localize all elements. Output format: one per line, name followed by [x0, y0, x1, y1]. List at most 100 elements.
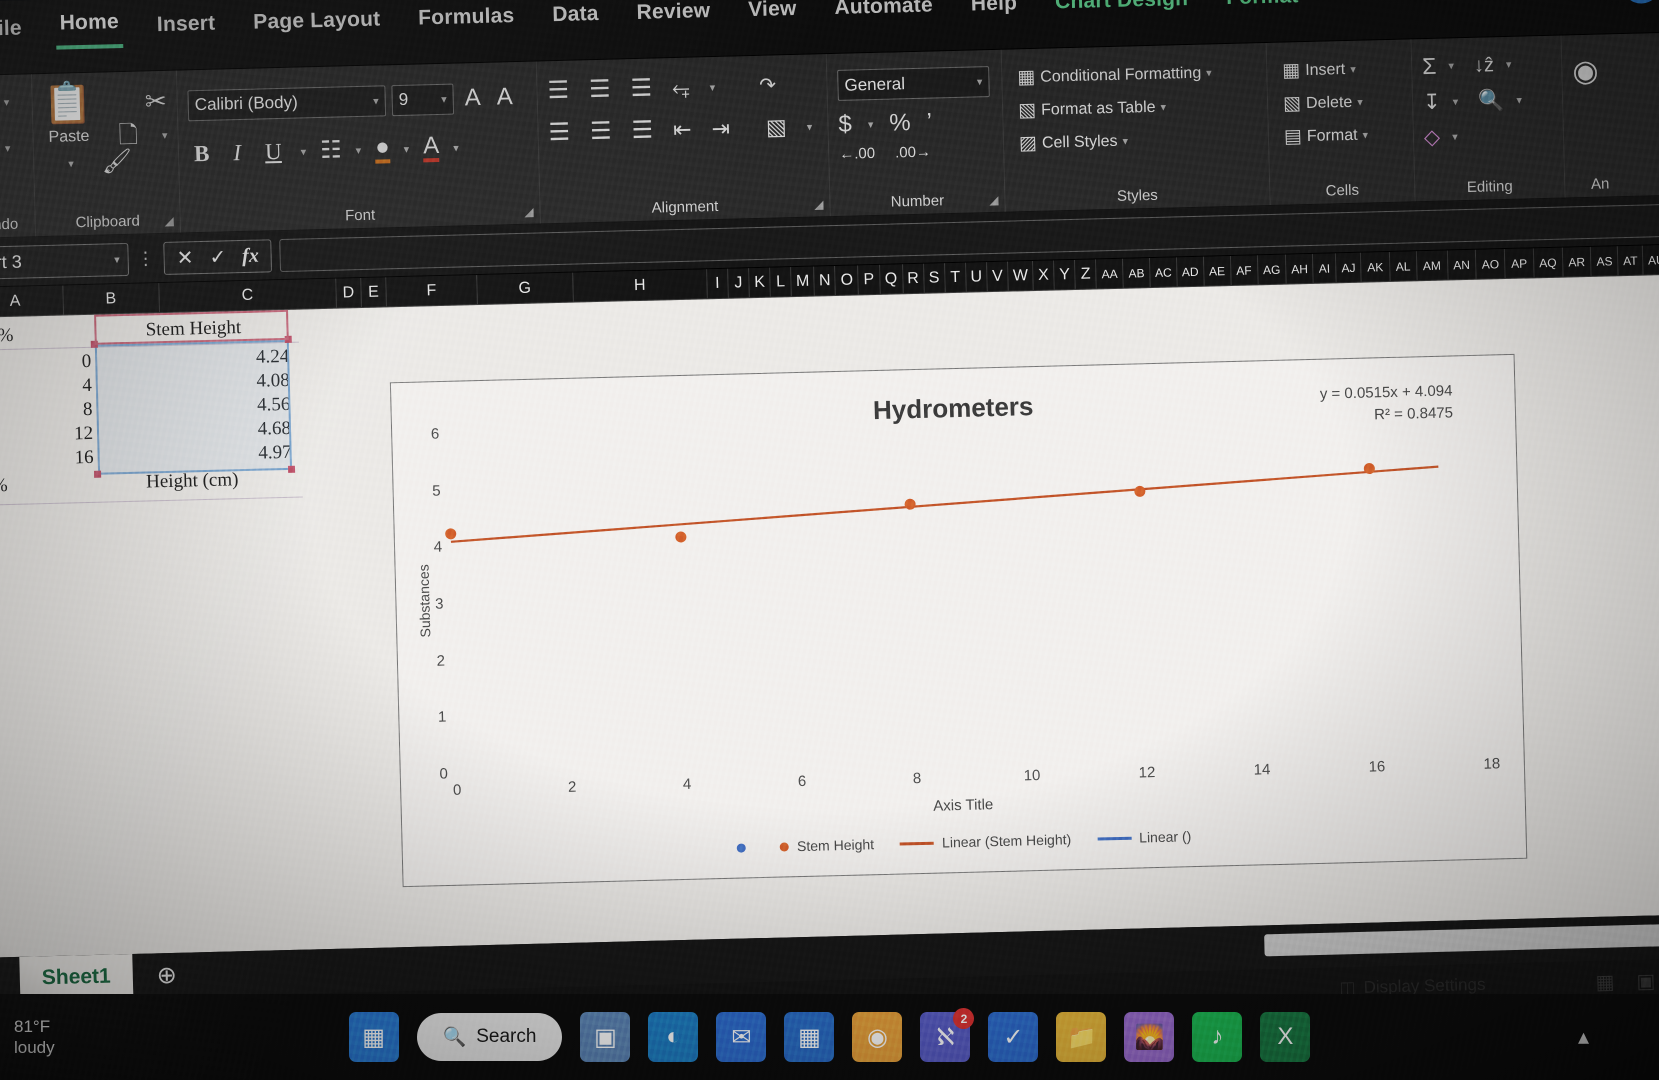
align-middle-icon[interactable]: ☰	[589, 76, 611, 104]
paste-dropdown-icon[interactable]: ▾	[68, 157, 74, 170]
tab-formulas[interactable]: Formulas	[414, 0, 519, 41]
align-center-icon[interactable]: ☰	[590, 118, 612, 146]
cell-a2[interactable]: 0	[0, 351, 92, 376]
column-header-ae[interactable]: AE	[1203, 255, 1232, 286]
file-explorer-icon[interactable]: 📁	[1056, 1012, 1107, 1062]
excel-icon[interactable]: X	[1260, 1012, 1311, 1062]
column-header-h[interactable]: H	[572, 269, 708, 302]
autosum-icon[interactable]: Σ	[1422, 53, 1437, 79]
column-header-ap[interactable]: AP	[1504, 248, 1535, 279]
column-header-r[interactable]: R	[902, 263, 925, 294]
fill-color-dropdown-icon[interactable]: ▾	[404, 142, 410, 155]
selection-handle[interactable]	[94, 470, 102, 478]
cell-a3[interactable]: 4	[0, 375, 92, 400]
column-header-aj[interactable]: AJ	[1336, 252, 1362, 283]
cell-a1[interactable]: gar %	[0, 325, 14, 348]
column-header-p[interactable]: P	[858, 264, 881, 295]
fill-dropdown-icon[interactable]: ▾	[1453, 95, 1459, 108]
tab-data[interactable]: Data	[548, 0, 603, 37]
chart-object[interactable]: Hydrometers y = 0.0515x + 4.094 R² = 0.8…	[389, 353, 1528, 888]
analyze-data-icon[interactable]: ◉	[1572, 55, 1599, 89]
search-box[interactable]: 🔍 Search	[416, 1013, 563, 1061]
column-header-l[interactable]: L	[770, 267, 793, 297]
tab-home[interactable]: Home	[55, 5, 124, 50]
selection-range-header[interactable]	[94, 309, 289, 345]
name-box[interactable]: art 3 ▾	[0, 242, 130, 280]
column-header-ak[interactable]: AK	[1361, 251, 1391, 282]
copy-dropdown-icon[interactable]: ▾	[162, 128, 168, 141]
tab-file[interactable]: File	[0, 12, 26, 51]
account-area[interactable]: Kalesha Bouie KB	[1500, 0, 1659, 7]
font-color-icon[interactable]: A	[423, 132, 440, 163]
legend-item-linear-blank[interactable]: Linear ()	[1097, 828, 1191, 846]
align-left-icon[interactable]: ☰	[548, 119, 570, 147]
italic-button[interactable]: I	[228, 137, 246, 169]
paste-button[interactable]: Paste	[43, 125, 95, 150]
normal-view-icon[interactable]: ▦	[1595, 969, 1615, 994]
format-as-table-button[interactable]: ▧ Format as Table ▾	[1013, 94, 1171, 123]
windows-start-icon[interactable]: ▦	[348, 1012, 399, 1062]
tab-page-layout[interactable]: Page Layout	[249, 3, 385, 44]
column-header-v[interactable]: V	[987, 261, 1009, 292]
task-view-icon[interactable]: ▣	[580, 1012, 631, 1062]
fx-icon[interactable]: fx	[242, 244, 259, 267]
column-header-x[interactable]: X	[1033, 260, 1055, 290]
clipboard-dialog-launcher-icon[interactable]: ◢	[164, 214, 174, 228]
sort-filter-icon[interactable]: ↓ẑ	[1474, 54, 1495, 76]
sort-dropdown-icon[interactable]: ▾	[1506, 58, 1512, 71]
plot-area[interactable]: 0 1 2 3 4 5 6 0 2 4 6 8 10 12 14 16 18	[431, 408, 1501, 799]
orientation-icon[interactable]: ⥆	[672, 75, 690, 100]
mail-icon[interactable]: ✉	[716, 1012, 767, 1062]
chrome-icon[interactable]: ◉	[852, 1012, 903, 1062]
column-header-e[interactable]: E	[361, 277, 387, 308]
column-header-z[interactable]: Z	[1075, 259, 1098, 289]
decrease-indent-icon[interactable]: ⇤	[673, 117, 692, 142]
undo-dropdown-icon[interactable]: ▾	[4, 95, 10, 108]
wrap-text-icon[interactable]: ↷​	[759, 74, 776, 96]
selection-handle[interactable]	[287, 465, 296, 473]
font-dialog-launcher-icon[interactable]: ◢	[524, 205, 534, 219]
number-format-select[interactable]: General ▾	[837, 66, 990, 101]
column-header-aq[interactable]: AQ	[1533, 247, 1564, 278]
number-dialog-launcher-icon[interactable]: ◢	[989, 193, 999, 207]
tab-format[interactable]: Format	[1222, 0, 1303, 20]
column-header-m[interactable]: M	[791, 266, 816, 297]
clear-dropdown-icon[interactable]: ▾	[1452, 130, 1458, 143]
column-header-f[interactable]: F	[386, 275, 478, 307]
column-header-ac[interactable]: AC	[1150, 257, 1178, 288]
column-header-ai[interactable]: AI	[1313, 253, 1337, 283]
column-header-o[interactable]: O	[835, 265, 860, 295]
font-color-dropdown-icon[interactable]: ▾	[453, 141, 459, 154]
tab-help[interactable]: Help	[966, 0, 1021, 27]
borders-icon[interactable]: ☷	[320, 136, 342, 164]
underline-dropdown-icon[interactable]: ▾	[300, 145, 306, 158]
fill-down-icon[interactable]: ↧	[1423, 91, 1441, 114]
increase-indent-icon[interactable]: ⇥	[711, 116, 730, 141]
format-painter-icon[interactable]: 🖌	[101, 148, 132, 176]
selection-range-values[interactable]	[94, 339, 293, 475]
column-header-n[interactable]: N	[814, 266, 837, 296]
cell-a6[interactable]: 16	[0, 447, 94, 472]
column-header-as[interactable]: AS	[1591, 246, 1619, 276]
legend-item-stem-height[interactable]: Stem Height	[779, 836, 874, 854]
confirm-icon[interactable]: ✓	[209, 244, 226, 269]
align-top-icon[interactable]: ☰	[547, 77, 569, 105]
column-header-am[interactable]: AM	[1416, 250, 1449, 281]
column-header-s[interactable]: S	[923, 263, 946, 293]
column-header-ab[interactable]: AB	[1123, 258, 1151, 288]
tab-chart-design[interactable]: Chart Design	[1051, 0, 1193, 24]
currency-icon[interactable]: $	[838, 111, 852, 138]
trendline[interactable]	[448, 408, 1491, 774]
column-header-j[interactable]: J	[728, 268, 750, 298]
merge-dropdown-icon[interactable]: ▾	[807, 120, 813, 133]
add-sheet-button[interactable]: ⊕	[132, 952, 201, 998]
edge-icon[interactable]: ◐	[648, 1012, 699, 1062]
column-header-q[interactable]: Q	[879, 264, 904, 294]
column-header-u[interactable]: U	[965, 262, 988, 292]
insert-cells-button[interactable]: ▦ Insert ▾	[1277, 57, 1361, 84]
legend-item-0[interactable]	[736, 842, 754, 853]
column-header-aa[interactable]: AA	[1096, 258, 1124, 289]
column-header-b[interactable]: B	[63, 283, 160, 315]
cell-styles-button[interactable]: ▨ Cell Styles ▾	[1014, 128, 1134, 156]
column-header-w[interactable]: W	[1008, 260, 1034, 291]
